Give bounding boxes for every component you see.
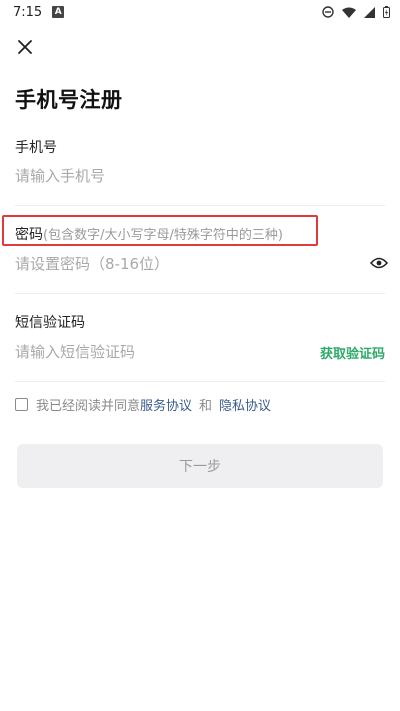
agreement-checkbox[interactable]	[15, 398, 28, 411]
toggle-password-visibility[interactable]	[369, 254, 389, 272]
agreement-row: 我已经阅读并同意 服务协议 和 隐私协议	[15, 395, 271, 414]
status-time: 7:15	[13, 4, 43, 20]
do-not-disturb-icon	[322, 6, 334, 18]
wifi-icon	[342, 7, 356, 18]
signal-icon	[364, 6, 375, 18]
password-label-row: 密码(包含数字/大小写字母/特殊字符中的三种)	[15, 224, 283, 244]
battery-icon	[383, 6, 390, 18]
get-code-button[interactable]: 获取验证码	[320, 343, 385, 362]
page-title: 手机号注册	[15, 88, 123, 112]
sms-code-input[interactable]	[15, 338, 305, 366]
password-divider	[15, 293, 385, 294]
agreement-and: 和	[199, 399, 213, 414]
sms-label: 短信验证码	[15, 315, 85, 331]
phone-divider	[15, 205, 385, 206]
phone-label: 手机号	[15, 140, 57, 156]
close-button[interactable]	[12, 34, 38, 60]
password-label: 密码	[15, 227, 43, 243]
status-icons	[322, 6, 390, 18]
agreement-prefix: 我已经阅读并同意	[36, 399, 141, 414]
notification-icon: A	[52, 6, 65, 18]
status-bar: 7:15 A	[0, 0, 400, 24]
phone-input[interactable]	[15, 162, 355, 190]
password-input[interactable]	[15, 250, 355, 278]
next-button[interactable]: 下一步	[17, 444, 383, 488]
password-hint: (包含数字/大小写字母/特殊字符中的三种)	[43, 228, 283, 243]
sms-divider	[15, 381, 385, 382]
close-icon	[18, 40, 32, 54]
eye-icon	[370, 257, 388, 269]
privacy-agreement-link[interactable]: 隐私协议	[219, 395, 271, 414]
service-agreement-link[interactable]: 服务协议	[140, 395, 192, 414]
